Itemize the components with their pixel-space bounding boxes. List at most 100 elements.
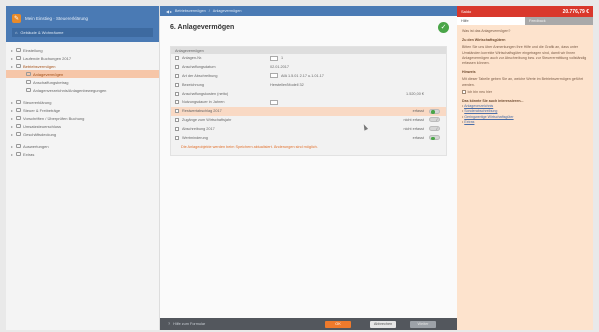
row-status: 1.520,00 €	[406, 91, 424, 96]
section-label: Gebäude & Wohnräume	[20, 30, 64, 35]
row-value: 02.01.2017	[270, 65, 290, 70]
next-button[interactable]: Weiter	[410, 321, 436, 328]
sidebar-item[interactable]: Anlagenverzeichnis/Anlagenbewegungen	[6, 86, 159, 94]
edit-toggle[interactable]	[429, 126, 440, 132]
footer-bar: ? Hilfe zum Formular OK Abbrechen Weiter	[160, 318, 457, 330]
status-toggle[interactable]	[429, 135, 440, 141]
row-checkbox[interactable]	[175, 56, 179, 61]
folder-icon	[16, 64, 21, 68]
status-toggle[interactable]	[429, 108, 440, 114]
help-link[interactable]: ? Hilfe zum Formular	[168, 322, 205, 326]
sidebar-header: ✎ Mein Einstieg · Steuererklärung ⌂ Gebä…	[6, 6, 159, 42]
expand-toggle-icon[interactable]: ▸	[10, 100, 14, 105]
title-row: 6. Anlagevermögen ✓	[160, 16, 457, 38]
sidebar-item-label: Laufende Buchungen 2017	[23, 55, 72, 61]
row-label: Abschreibung 2017	[182, 126, 215, 131]
related-link[interactable]: Geringwertige Wirtschaftsgüter	[464, 115, 513, 119]
row-checkbox[interactable]	[175, 82, 179, 87]
sidebar-item[interactable]: Anlagevermögen	[6, 70, 159, 78]
row-input[interactable]	[270, 99, 278, 105]
page-title: 6. Anlagevermögen	[170, 23, 235, 31]
tab-feedback[interactable]: Feedback	[525, 17, 593, 25]
back-icon[interactable]: ◀ ▸	[166, 9, 172, 14]
sidebar-item-label: Auswertungen	[23, 143, 49, 149]
related-links: • Anlageverzeichnis • Sonderabschreibung •…	[462, 104, 588, 125]
sidebar-item-label: Anschaffungsbetrag	[33, 79, 69, 85]
row-input[interactable]	[270, 73, 278, 79]
related-link[interactable]: Extras	[464, 120, 474, 124]
breadcrumb-item[interactable]: Anlagevermögen	[213, 9, 242, 13]
sidebar-item-label: Anlagevermögen	[33, 71, 64, 77]
sidebar-item[interactable]: ▸ Laufende Buchungen 2017	[6, 54, 159, 62]
row-checkbox[interactable]	[175, 65, 179, 70]
sidebar-item-label: Anlagenverzeichnis/Anlagenbewegungen	[33, 87, 107, 93]
sidebar-item-label: Umsatzsteuerschluss	[23, 123, 62, 129]
form-row: Bezeichnung Hersteller/Modell 32	[171, 80, 446, 89]
ok-button[interactable]: OK	[325, 321, 351, 328]
expand-toggle-icon[interactable]: ▸	[10, 64, 14, 69]
sidebar-item[interactable]: ▸ Steuer & Freibeträge	[6, 106, 159, 114]
row-value: AfA 1.5.01 2.17 u.1.01.17	[281, 73, 324, 78]
sidebar-item[interactable]: ▸ Geschäftsdeckung	[6, 130, 159, 138]
sidebar-item[interactable]: ▸ Auswertungen	[6, 142, 159, 150]
related-link-item: • Extras	[462, 119, 475, 124]
folder-icon	[16, 132, 21, 136]
expand-toggle-icon[interactable]: ▸	[10, 144, 14, 149]
form-row: Nutzungsdauer in Jahren	[171, 98, 446, 107]
form-header: Anlagevermögen	[171, 47, 446, 54]
expand-toggle-icon[interactable]: ▸	[10, 152, 14, 157]
sidebar-item-label: Vorschriften / Überprüfen Buchung	[23, 115, 85, 121]
form-row: Restwertabschlag 2017 erfasst	[171, 106, 446, 116]
sidebar-item-label: Einstellung	[23, 47, 43, 53]
row-input[interactable]	[270, 55, 278, 61]
cancel-button[interactable]: Abbrechen	[370, 321, 396, 328]
related-link[interactable]: Sonderabschreibung	[464, 109, 497, 113]
hint-heading: Hinweis	[462, 70, 476, 75]
folder-icon	[26, 72, 31, 76]
sidebar-item[interactable]: ▸ Umsatzsteuerschluss	[6, 122, 159, 130]
row-checkbox[interactable]	[175, 73, 179, 78]
expand-toggle-icon[interactable]: ▸	[10, 132, 14, 137]
row-checkbox[interactable]	[175, 100, 179, 105]
edit-toggle[interactable]	[429, 117, 440, 123]
folder-icon	[16, 48, 21, 52]
expand-toggle-icon[interactable]: ▸	[10, 116, 14, 121]
row-checkbox[interactable]	[175, 117, 179, 122]
folder-icon	[16, 100, 21, 104]
row-checkbox[interactable]	[175, 126, 179, 131]
form-row: Anlagen-Nr. 1	[171, 54, 446, 63]
sidebar-item[interactable]: ▸ Extras	[6, 150, 159, 158]
sidebar-item[interactable]: Anschaffungsbetrag	[6, 78, 159, 86]
home-icon: ⌂	[15, 30, 18, 35]
folder-icon	[16, 124, 21, 128]
sidebar-item[interactable]: ▸ Betriebsvermögen	[6, 62, 159, 70]
expand-toggle-icon[interactable]: ▸	[10, 108, 14, 113]
row-value: Hersteller/Modell 32	[270, 82, 304, 87]
row-label: Art der Abschreibung	[182, 73, 218, 78]
form-row: Art der Abschreibung AfA 1.5.01 2.17 u.1.…	[171, 72, 446, 81]
row-checkbox[interactable]	[175, 91, 179, 96]
section-selector[interactable]: ⌂ Gebäude & Wohnräume	[12, 28, 153, 37]
breadcrumb-item[interactable]: Betriebsvermögen	[175, 9, 206, 13]
form-rows: Anlagen-Nr. 1 Anschaffungsdatum 02.01.2017 A…	[171, 54, 446, 142]
sidebar-item[interactable]: ▸ Einstellung	[6, 46, 159, 54]
folder-icon	[16, 56, 21, 60]
hint-paragraph: Mit dieser Tabelle geben Sie an, welche …	[462, 77, 583, 87]
tab-help[interactable]: Hilfe	[457, 17, 525, 25]
folder-icon	[26, 80, 31, 84]
expand-toggle-icon[interactable]: ▸	[10, 124, 14, 129]
expand-toggle-icon[interactable]: ▸	[10, 48, 14, 53]
form-row: Abschreibung 2017 nicht erfasst	[171, 124, 446, 133]
row-label: Zugänge zum Wirtschaftsjahr	[182, 117, 232, 122]
expand-toggle-icon[interactable]: ▸	[10, 56, 14, 61]
related-link[interactable]: Anlageverzeichnis	[464, 104, 493, 108]
sidebar-item[interactable]: ▸ Vorschriften / Überprüfen Buchung	[6, 114, 159, 122]
complete-check-icon: ✓	[438, 21, 449, 33]
row-checkbox[interactable]	[175, 135, 179, 140]
folder-icon	[16, 116, 21, 120]
sidebar-item[interactable]: ▸ Steuererklärung	[6, 98, 159, 106]
form-row: Zugänge zum Wirtschaftsjahr nicht erfasst	[171, 116, 446, 125]
checkbox-icon[interactable]	[462, 90, 466, 94]
new-here-checkbox[interactable]: Ich bin neu hier	[462, 90, 588, 95]
row-checkbox[interactable]	[175, 109, 179, 114]
